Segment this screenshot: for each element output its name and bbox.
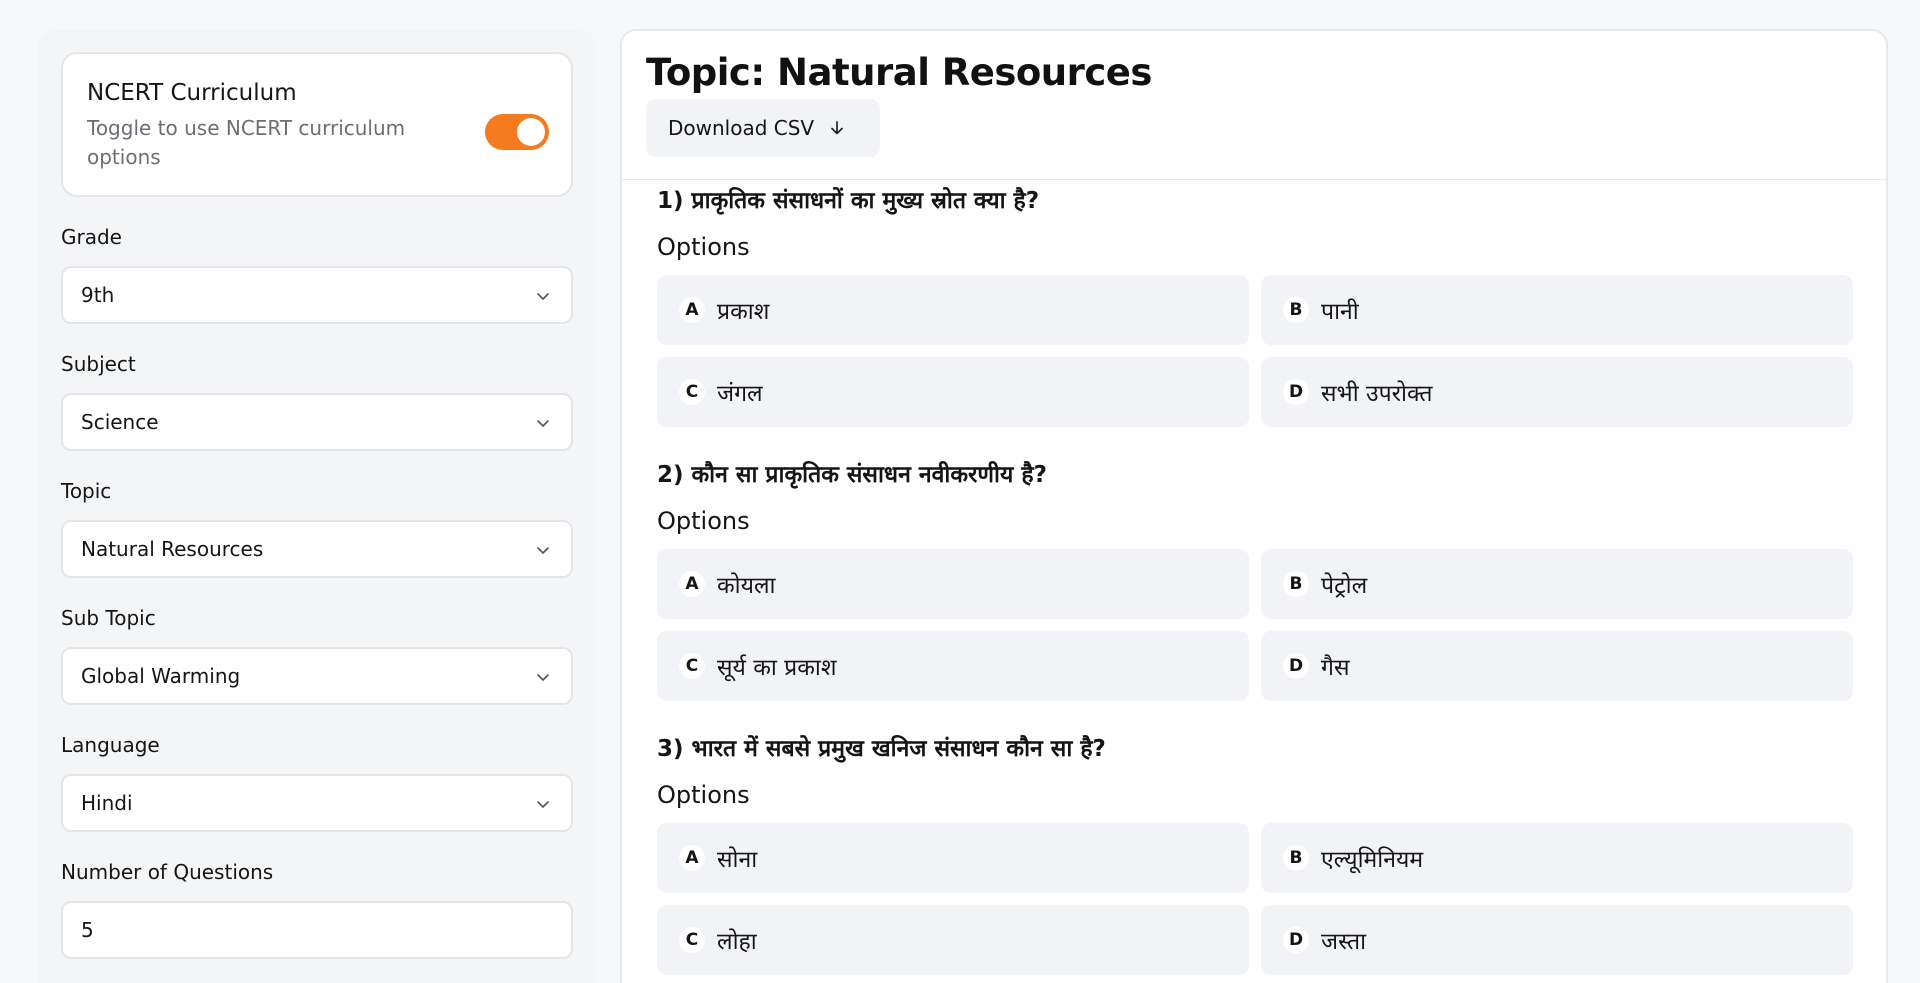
option-d[interactable]: D गैस xyxy=(1261,631,1853,701)
num-questions-value: 5 xyxy=(81,918,94,942)
option-letter: B xyxy=(1283,297,1309,323)
option-letter: B xyxy=(1283,845,1309,871)
option-b[interactable]: B पानी xyxy=(1261,275,1853,345)
chevron-down-icon xyxy=(537,674,549,681)
toggle-knob xyxy=(517,118,545,146)
arrow-down-icon xyxy=(831,121,843,135)
option-text: एल्यूमिनियम xyxy=(1321,847,1424,873)
option-d[interactable]: D सभी उपरोक्त xyxy=(1261,357,1853,427)
settings-sidebar: NCERT Curriculum Toggle to use NCERT cur… xyxy=(38,30,596,983)
grade-value: 9th xyxy=(81,283,115,307)
num-questions-label: Number of Questions xyxy=(61,860,274,884)
option-text: जस्ता xyxy=(1321,929,1367,955)
header-divider xyxy=(622,179,1886,180)
option-letter: C xyxy=(679,653,705,679)
option-letter: D xyxy=(1283,927,1309,953)
option-text: लोहा xyxy=(717,929,757,955)
quiz-panel: Topic: Natural Resources Download CSV 1)… xyxy=(620,29,1888,983)
ncert-toggle-card: NCERT Curriculum Toggle to use NCERT cur… xyxy=(61,52,573,197)
topic-value: Natural Resources xyxy=(81,537,264,561)
download-csv-label: Download CSV xyxy=(668,116,815,140)
subtopic-label: Sub Topic xyxy=(61,606,156,630)
topic-select[interactable]: Natural Resources xyxy=(61,520,573,578)
option-text: सोना xyxy=(717,847,758,873)
option-b[interactable]: B एल्यूमिनियम xyxy=(1261,823,1853,893)
chevron-down-icon xyxy=(537,293,549,300)
subtopic-select[interactable]: Global Warming xyxy=(61,647,573,705)
subject-select[interactable]: Science xyxy=(61,393,573,451)
subject-label: Subject xyxy=(61,352,136,376)
language-label: Language xyxy=(61,733,160,757)
option-c[interactable]: C लोहा xyxy=(657,905,1249,975)
option-text: सूर्य का प्रकाश xyxy=(717,655,837,681)
option-text: प्रकाश xyxy=(717,299,770,325)
ncert-toggle[interactable] xyxy=(485,114,549,150)
option-text: पेट्रोल xyxy=(1321,573,1368,599)
question-block: 2) कौन सा प्राकृतिक संसाधन नवीकरणीय है? … xyxy=(657,457,1857,701)
topic-label: Topic xyxy=(61,479,112,503)
subtopic-value: Global Warming xyxy=(81,664,241,688)
ncert-title: NCERT Curriculum xyxy=(87,80,297,106)
option-letter: D xyxy=(1283,379,1309,405)
option-letter: D xyxy=(1283,653,1309,679)
chevron-down-icon xyxy=(537,547,549,554)
options-grid: A कोयला B पेट्रोल C सूर्य का प्रकाश D गैस xyxy=(657,549,1857,701)
options-label: Options xyxy=(657,781,750,809)
num-questions-input[interactable]: 5 xyxy=(61,901,573,959)
language-value: Hindi xyxy=(81,791,133,815)
question-block: 3) भारत में सबसे प्रमुख खनिज संसाधन कौन … xyxy=(657,731,1857,975)
options-grid: A प्रकाश B पानी C जंगल D सभी उपरोक्त xyxy=(657,275,1857,427)
grade-select[interactable]: 9th xyxy=(61,266,573,324)
option-text: पानी xyxy=(1321,299,1359,325)
option-text: जंगल xyxy=(717,381,763,407)
option-a[interactable]: A कोयला xyxy=(657,549,1249,619)
option-letter: A xyxy=(679,845,705,871)
options-label: Options xyxy=(657,233,750,261)
subject-value: Science xyxy=(81,410,159,434)
option-letter: A xyxy=(679,297,705,323)
option-letter: C xyxy=(679,927,705,953)
option-text: कोयला xyxy=(717,573,776,599)
option-text: गैस xyxy=(1321,655,1350,681)
question-block: 1) प्राकृतिक संसाधनों का मुख्य स्रोत क्य… xyxy=(657,183,1857,427)
option-letter: A xyxy=(679,571,705,597)
chevron-down-icon xyxy=(537,801,549,808)
question-text: 2) कौन सा प्राकृतिक संसाधन नवीकरणीय है? xyxy=(657,462,1047,488)
download-csv-button[interactable]: Download CSV xyxy=(646,99,880,157)
option-b[interactable]: B पेट्रोल xyxy=(1261,549,1853,619)
ncert-subtitle: Toggle to use NCERT curriculum options xyxy=(87,116,406,169)
chevron-down-icon xyxy=(537,420,549,427)
option-letter: C xyxy=(679,379,705,405)
language-select[interactable]: Hindi xyxy=(61,774,573,832)
option-letter: B xyxy=(1283,571,1309,597)
option-d[interactable]: D जस्ता xyxy=(1261,905,1853,975)
options-label: Options xyxy=(657,507,750,535)
page-title: Topic: Natural Resources xyxy=(646,51,1152,94)
option-a[interactable]: A प्रकाश xyxy=(657,275,1249,345)
option-c[interactable]: C जंगल xyxy=(657,357,1249,427)
option-text: सभी उपरोक्त xyxy=(1321,381,1433,407)
grade-label: Grade xyxy=(61,225,122,249)
question-text: 1) प्राकृतिक संसाधनों का मुख्य स्रोत क्य… xyxy=(657,188,1040,214)
option-a[interactable]: A सोना xyxy=(657,823,1249,893)
options-grid: A सोना B एल्यूमिनियम C लोहा D जस्ता xyxy=(657,823,1857,975)
option-c[interactable]: C सूर्य का प्रकाश xyxy=(657,631,1249,701)
question-text: 3) भारत में सबसे प्रमुख खनिज संसाधन कौन … xyxy=(657,736,1106,762)
